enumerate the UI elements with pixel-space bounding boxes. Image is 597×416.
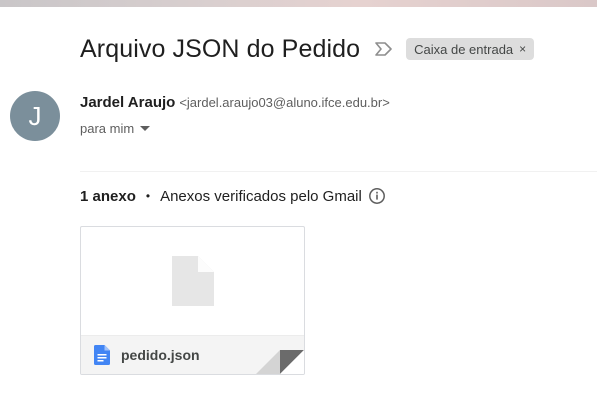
subject-row: Arquivo JSON do Pedido Caixa de entrada … (80, 32, 535, 66)
google-docs-icon (94, 345, 110, 365)
attachment-count: 1 anexo (80, 187, 136, 205)
remove-label-button[interactable]: × (519, 42, 526, 56)
folded-corner-icon (256, 350, 304, 374)
avatar-letter: J (28, 100, 42, 131)
attachment-card[interactable]: pedido.json (80, 226, 305, 375)
scan-status-text: Anexos verificados pelo Gmail (160, 187, 362, 205)
sender-email: <jardel.araujo03@aluno.ifce.edu.br> (179, 95, 390, 110)
attachment-preview[interactable] (81, 227, 304, 335)
chevron-down-icon[interactable] (140, 126, 151, 131)
email-subject: Arquivo JSON do Pedido (80, 34, 361, 63)
recipient-text: para mim (80, 121, 135, 136)
header-divider (80, 171, 597, 172)
recipient-details-toggle[interactable]: para mim (80, 121, 151, 136)
info-icon[interactable] (368, 187, 386, 205)
sender-name[interactable]: Jardel Araujo (80, 94, 175, 111)
inbox-label-text: Caixa de entrada (414, 41, 514, 57)
sender-avatar[interactable]: J (10, 91, 60, 141)
importance-marker-icon[interactable] (374, 41, 394, 57)
file-placeholder-icon (171, 256, 214, 306)
attachment-filename: pedido.json (121, 347, 200, 363)
separator-dot: • (145, 189, 151, 203)
sender-line: Jardel Araujo <jardel.araujo03@aluno.ifce… (80, 94, 390, 112)
top-banner-strip (0, 0, 597, 7)
inbox-label-chip[interactable]: Caixa de entrada × (406, 38, 535, 60)
attachments-header: 1 anexo • Anexos verificados pelo Gmail (80, 187, 386, 205)
